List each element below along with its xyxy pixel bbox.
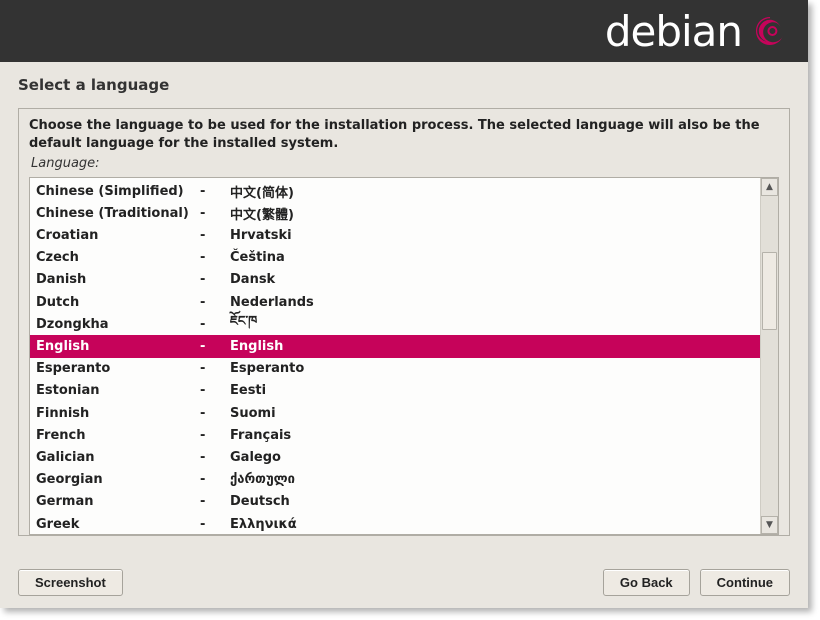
continue-button[interactable]: Continue [700, 569, 790, 596]
instruction-text: Choose the language to be used for the i… [29, 117, 779, 152]
separator: - [200, 184, 230, 199]
language-row[interactable]: Chinese (Traditional)-中文(繁體) [30, 202, 760, 224]
separator: - [200, 428, 230, 443]
language-name: Finnish [36, 406, 200, 421]
language-native: Français [230, 428, 754, 443]
language-native: Ελληνικά [230, 517, 754, 532]
language-list-container: Chinese (Simplified)-中文(简体)Chinese (Trad… [29, 177, 779, 535]
debian-swirl-icon [750, 11, 790, 51]
separator: - [200, 406, 230, 421]
language-row[interactable]: Georgian-ქართული [30, 469, 760, 491]
language-row[interactable]: Esperanto-Esperanto [30, 358, 760, 380]
language-name: Esperanto [36, 361, 200, 376]
language-row[interactable]: Czech-Čeština [30, 247, 760, 269]
language-panel: Choose the language to be used for the i… [18, 108, 790, 536]
footer-bar: Screenshot Go Back Continue [18, 569, 790, 596]
field-label: Language: [29, 156, 779, 171]
language-name: German [36, 494, 200, 509]
separator: - [200, 517, 230, 532]
debian-logo: debian [605, 7, 790, 56]
language-row[interactable]: Danish-Dansk [30, 269, 760, 291]
language-native: 中文(繁體) [230, 204, 754, 223]
scroll-down-button[interactable]: ▼ [761, 516, 778, 534]
footer-right-group: Go Back Continue [603, 569, 790, 596]
scrollbar: ▲ ▼ [760, 178, 778, 534]
language-name: Galician [36, 450, 200, 465]
content-area: Select a language Choose the language to… [0, 62, 808, 536]
language-native: Galego [230, 450, 754, 465]
separator: - [200, 472, 230, 487]
language-native: English [230, 339, 754, 354]
language-name: French [36, 428, 200, 443]
language-native: ქართული [230, 472, 754, 487]
separator: - [200, 272, 230, 287]
language-name: English [36, 339, 200, 354]
language-name: Czech [36, 250, 200, 265]
language-native: Esperanto [230, 361, 754, 376]
language-name: Chinese (Traditional) [36, 206, 200, 221]
brand-text: debian [605, 7, 742, 56]
separator: - [200, 450, 230, 465]
language-row[interactable]: Chinese (Simplified)-中文(简体) [30, 180, 760, 202]
language-name: Croatian [36, 228, 200, 243]
scroll-track[interactable] [761, 196, 778, 516]
language-row[interactable]: Finnish-Suomi [30, 402, 760, 424]
language-name: Estonian [36, 383, 200, 398]
page-title: Select a language [18, 76, 790, 94]
scroll-up-button[interactable]: ▲ [761, 178, 778, 196]
language-native: Suomi [230, 406, 754, 421]
language-native: Dansk [230, 272, 754, 287]
language-row[interactable]: French-Français [30, 424, 760, 446]
language-list[interactable]: Chinese (Simplified)-中文(简体)Chinese (Trad… [30, 178, 760, 534]
language-row[interactable]: Dzongkha-ཇོང་ཁ [30, 313, 760, 335]
language-row[interactable]: Greek-Ελληνικά [30, 513, 760, 534]
language-name: Danish [36, 272, 200, 287]
language-native: ཇོང་ཁ [230, 306, 754, 343]
scroll-thumb[interactable] [762, 252, 777, 330]
language-native: Čeština [230, 250, 754, 265]
installer-window: debian Select a language Choose the lang… [0, 0, 808, 608]
language-native: Hrvatski [230, 228, 754, 243]
language-native: Eesti [230, 383, 754, 398]
separator: - [200, 317, 230, 332]
language-row[interactable]: German-Deutsch [30, 491, 760, 513]
separator: - [200, 361, 230, 376]
language-name: Dutch [36, 295, 200, 310]
language-row[interactable]: Croatian-Hrvatski [30, 224, 760, 246]
language-name: Chinese (Simplified) [36, 184, 200, 199]
separator: - [200, 206, 230, 221]
language-row[interactable]: English-English [30, 335, 760, 357]
separator: - [200, 339, 230, 354]
separator: - [200, 250, 230, 265]
header-bar: debian [0, 0, 808, 62]
separator: - [200, 383, 230, 398]
separator: - [200, 295, 230, 310]
separator: - [200, 228, 230, 243]
language-name: Georgian [36, 472, 200, 487]
language-native: 中文(简体) [230, 182, 754, 201]
language-native: Deutsch [230, 494, 754, 509]
language-name: Dzongkha [36, 317, 200, 332]
language-name: Greek [36, 517, 200, 532]
separator: - [200, 494, 230, 509]
screenshot-button[interactable]: Screenshot [18, 569, 123, 596]
go-back-button[interactable]: Go Back [603, 569, 690, 596]
language-row[interactable]: Estonian-Eesti [30, 380, 760, 402]
language-row[interactable]: Galician-Galego [30, 446, 760, 468]
